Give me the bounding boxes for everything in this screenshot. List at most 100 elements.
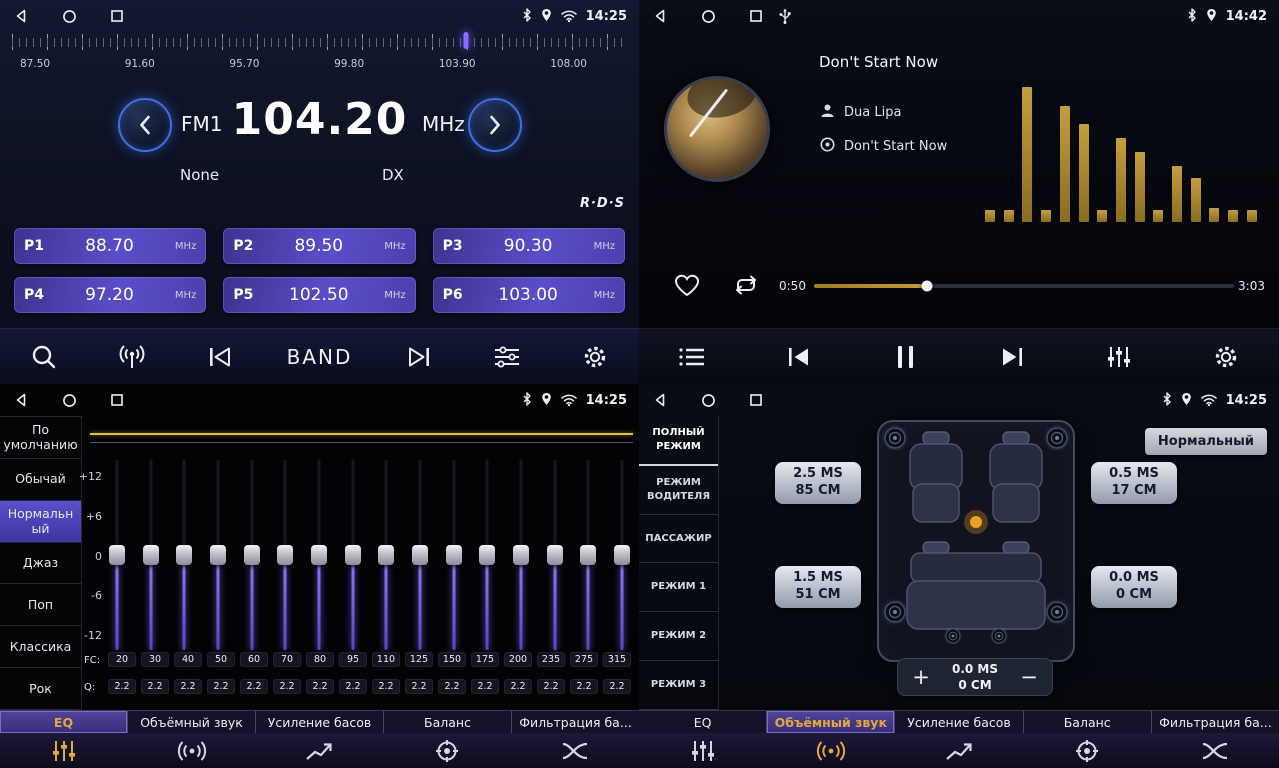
repeat-button[interactable] — [731, 273, 761, 301]
settings-gear-button[interactable] — [573, 335, 617, 379]
home-button[interactable] — [699, 391, 717, 409]
eq-tab-icon[interactable] — [639, 733, 767, 768]
recents-button[interactable] — [747, 391, 765, 409]
recents-button[interactable] — [108, 7, 126, 25]
eq-band-slider[interactable] — [276, 460, 294, 650]
filter-tab-icon[interactable] — [511, 733, 639, 768]
eq-band-slider[interactable] — [579, 460, 597, 650]
preset-button[interactable]: P1 88.70 MHz — [14, 228, 206, 264]
surround-mode-item[interactable]: РЕЖИМ ВОДИТЕЛЯ — [639, 466, 718, 515]
tuner-scale[interactable]: 87.5091.6095.7099.80103.90108.00 — [12, 34, 625, 80]
surround-mode-item[interactable]: РЕЖИМ 2 — [639, 612, 718, 661]
back-button[interactable] — [12, 7, 30, 25]
surround-mode-item[interactable]: ПОЛНЫЙ РЕЖИМ — [639, 416, 718, 466]
progress-knob[interactable] — [922, 281, 933, 292]
audio-tab[interactable]: Усиление басов — [256, 711, 384, 733]
seek-broadcast-button[interactable] — [110, 335, 154, 379]
next-track-button[interactable] — [990, 335, 1034, 379]
filter-tab-icon[interactable] — [1151, 733, 1279, 768]
eq-band-slider[interactable] — [310, 460, 328, 650]
eq-preset-item[interactable]: Джаз — [0, 543, 81, 585]
previous-track-button[interactable] — [777, 335, 821, 379]
eq-band-slider[interactable] — [209, 460, 227, 650]
audio-tab[interactable]: EQ — [0, 711, 128, 733]
eq-slider-knob[interactable] — [143, 545, 159, 565]
home-button[interactable] — [60, 391, 78, 409]
eq-band-slider[interactable] — [377, 460, 395, 650]
eq-slider-knob[interactable] — [412, 545, 428, 565]
recents-button[interactable] — [747, 7, 765, 25]
balance-tab-icon[interactable] — [383, 733, 511, 768]
audio-tab[interactable]: Усиление басов — [895, 711, 1023, 733]
rear-left-delay-button[interactable]: 1.5 MS 51 CM — [775, 566, 861, 608]
surround-tab-icon[interactable] — [767, 733, 895, 768]
audio-tab[interactable]: Баланс — [1024, 711, 1152, 733]
back-button[interactable] — [12, 391, 30, 409]
bass-boost-tab-icon[interactable] — [895, 733, 1023, 768]
eq-slider-knob[interactable] — [176, 545, 192, 565]
playlist-button[interactable] — [670, 335, 714, 379]
preset-button[interactable]: P4 97.20 MHz — [14, 277, 206, 313]
front-right-delay-button[interactable]: 0.5 MS 17 CM — [1091, 462, 1177, 504]
progress-bar[interactable] — [814, 284, 1234, 288]
audio-tab[interactable]: Фильтрация ба... — [512, 711, 639, 733]
eq-band-slider[interactable] — [613, 460, 631, 650]
eq-band-slider[interactable] — [243, 460, 261, 650]
audio-tab[interactable]: Баланс — [384, 711, 512, 733]
previous-station-button[interactable] — [198, 335, 242, 379]
eq-slider-knob[interactable] — [479, 545, 495, 565]
eq-band-slider[interactable] — [108, 460, 126, 650]
eq-slider-knob[interactable] — [345, 545, 361, 565]
eq-slider-knob[interactable] — [614, 545, 630, 565]
preset-button[interactable]: P3 90.30 MHz — [433, 228, 625, 264]
eq-band-slider[interactable] — [512, 460, 530, 650]
audio-tab[interactable]: EQ — [639, 711, 767, 733]
eq-band-slider[interactable] — [344, 460, 362, 650]
eq-band-slider[interactable] — [411, 460, 429, 650]
audio-tab[interactable]: Объёмный звук — [128, 711, 256, 733]
eq-preset-item[interactable]: Классика — [0, 626, 81, 668]
home-button[interactable] — [60, 7, 78, 25]
eq-band-slider[interactable] — [546, 460, 564, 650]
equalizer-button[interactable] — [1097, 335, 1141, 379]
preset-button[interactable]: P6 103.00 MHz — [433, 277, 625, 313]
eq-slider-knob[interactable] — [580, 545, 596, 565]
audio-settings-button[interactable] — [485, 335, 529, 379]
eq-slider-knob[interactable] — [513, 545, 529, 565]
front-left-delay-button[interactable]: 2.5 MS 85 CM — [775, 462, 861, 504]
surround-mode-item[interactable]: ПАССАЖИР — [639, 515, 718, 564]
back-button[interactable] — [651, 391, 669, 409]
band-button[interactable]: BAND — [287, 335, 353, 379]
eq-slider-knob[interactable] — [277, 545, 293, 565]
eq-slider-knob[interactable] — [446, 545, 462, 565]
delay-decrease-button[interactable]: − — [1016, 667, 1042, 688]
favorite-button[interactable] — [672, 272, 702, 302]
eq-band-slider[interactable] — [445, 460, 463, 650]
eq-slider-knob[interactable] — [311, 545, 327, 565]
eq-preset-item[interactable]: Рок — [0, 668, 81, 710]
scan-button[interactable] — [22, 335, 66, 379]
eq-preset-item[interactable]: Обычай — [0, 459, 81, 501]
eq-slider-knob[interactable] — [109, 545, 125, 565]
preset-button[interactable]: P2 89.50 MHz — [223, 228, 415, 264]
eq-preset-item[interactable]: По умолчанию — [0, 417, 81, 459]
settings-gear-button[interactable] — [1204, 335, 1248, 379]
eq-band-slider[interactable] — [175, 460, 193, 650]
eq-slider-knob[interactable] — [378, 545, 394, 565]
rear-right-delay-button[interactable]: 0.0 MS 0 CM — [1091, 566, 1177, 608]
eq-band-slider[interactable] — [142, 460, 160, 650]
home-button[interactable] — [699, 7, 717, 25]
eq-tab-icon[interactable] — [0, 733, 128, 768]
preset-button[interactable]: P5 102.50 MHz — [223, 277, 415, 313]
eq-preset-item[interactable]: Нормальный — [0, 501, 81, 543]
surround-mode-item[interactable]: РЕЖИМ 1 — [639, 563, 718, 612]
back-button[interactable] — [651, 7, 669, 25]
eq-slider-knob[interactable] — [244, 545, 260, 565]
eq-band-slider[interactable] — [478, 460, 496, 650]
audio-tab[interactable]: Объёмный звук — [767, 711, 895, 733]
recents-button[interactable] — [108, 391, 126, 409]
pause-button[interactable] — [884, 335, 928, 379]
eq-slider-knob[interactable] — [547, 545, 563, 565]
next-station-button[interactable] — [397, 335, 441, 379]
surround-tab-icon[interactable] — [128, 733, 256, 768]
